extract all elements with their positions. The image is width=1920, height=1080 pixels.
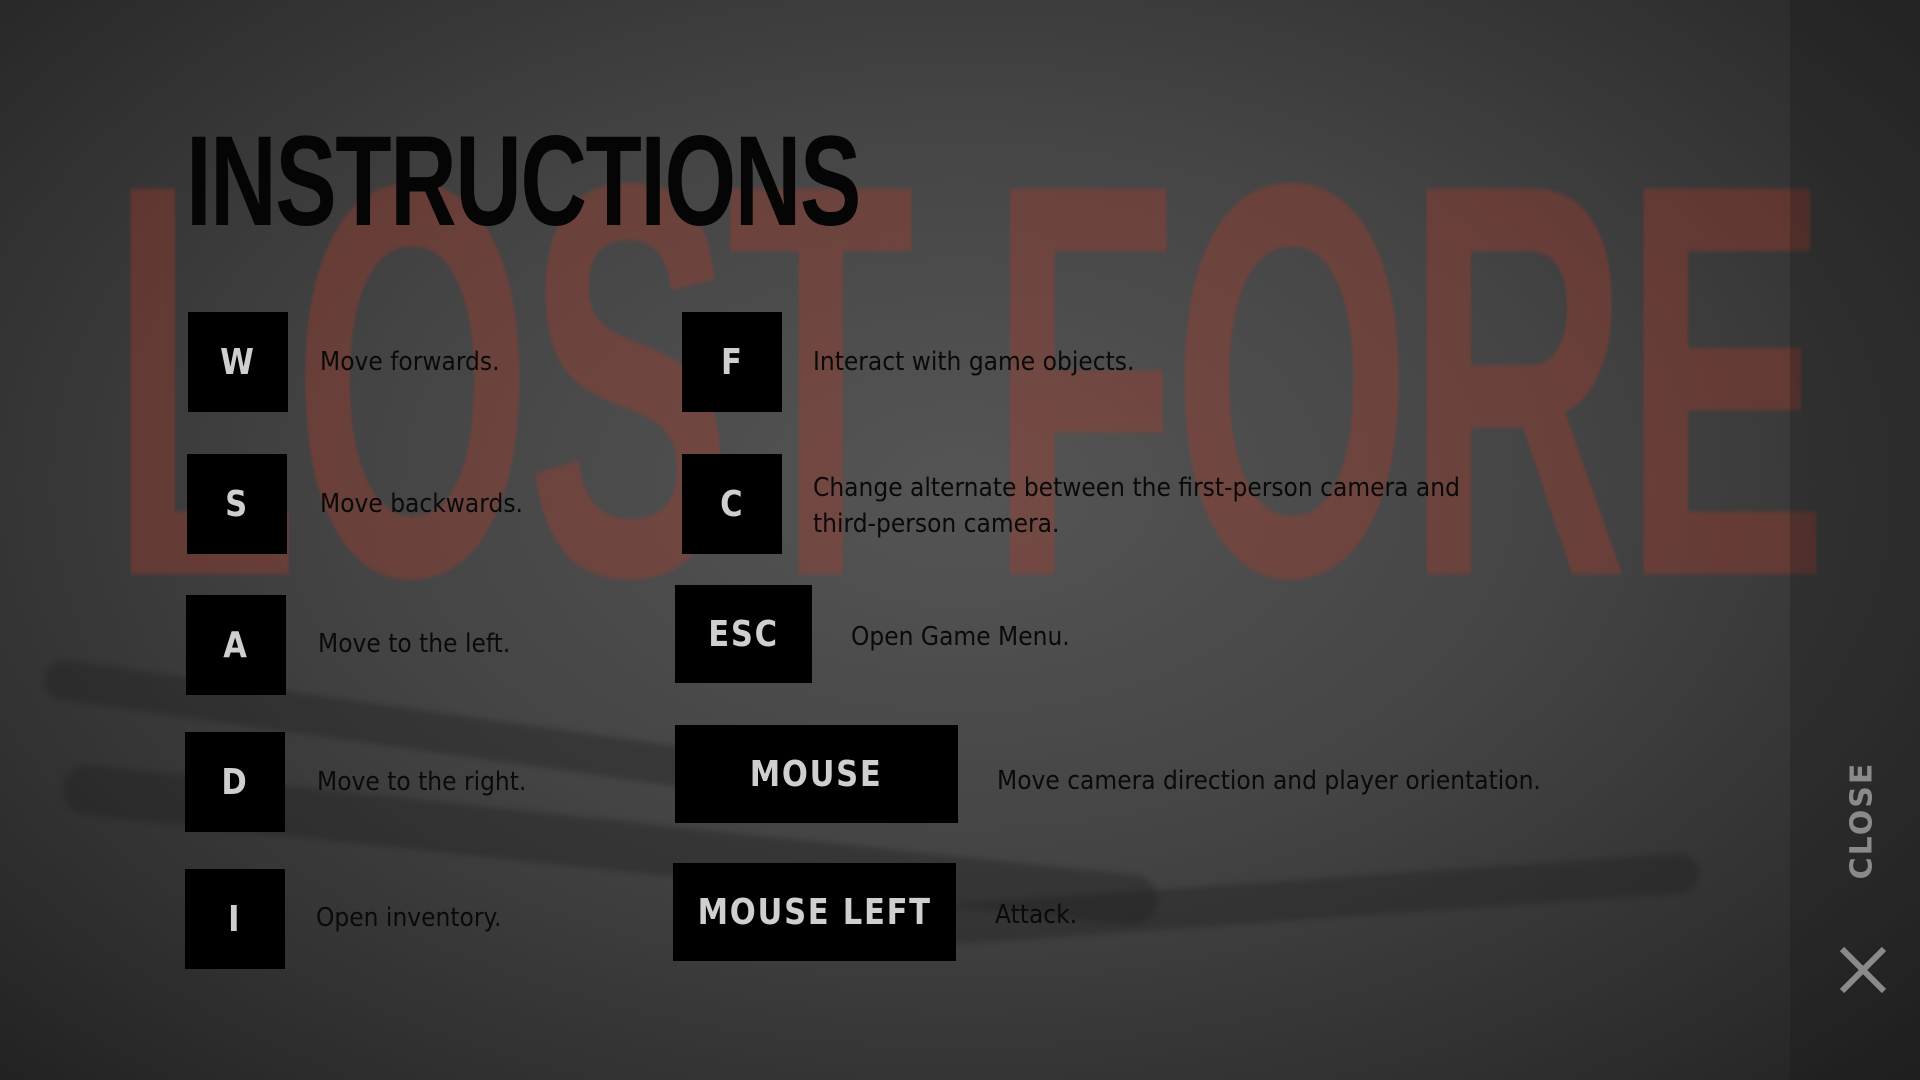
key-a-description: Move to the left. bbox=[318, 629, 511, 659]
key-c-description-line1: Change alternate between the first-perso… bbox=[813, 473, 1460, 503]
key-esc: ESC bbox=[675, 585, 812, 683]
key-d: D bbox=[185, 732, 285, 832]
key-c: C bbox=[682, 454, 782, 554]
key-mouse: MOUSE bbox=[675, 725, 958, 823]
key-s-description: Move backwards. bbox=[320, 489, 523, 519]
key-d-description: Move to the right. bbox=[317, 767, 527, 797]
key-mouse-left: MOUSE LEFT bbox=[673, 863, 956, 961]
key-mouse-description: Move camera direction and player orienta… bbox=[997, 766, 1541, 796]
key-i-description: Open inventory. bbox=[316, 903, 502, 933]
side-panel-shade bbox=[1790, 0, 1920, 1080]
page-title: INSTRUCTIONS bbox=[186, 110, 861, 253]
close-x-icon[interactable] bbox=[1838, 945, 1888, 995]
key-w-description: Move forwards. bbox=[320, 347, 500, 377]
key-i: I bbox=[185, 869, 285, 969]
key-f-description: Interact with game objects. bbox=[813, 347, 1135, 377]
key-w: W bbox=[188, 312, 288, 412]
key-c-description-line2: third-person camera. bbox=[813, 509, 1060, 539]
key-f: F bbox=[682, 312, 782, 412]
key-mouse-left-description: Attack. bbox=[995, 900, 1078, 930]
key-esc-description: Open Game Menu. bbox=[851, 622, 1070, 652]
close-label[interactable]: CLOSE bbox=[1842, 761, 1882, 879]
key-s: S bbox=[187, 454, 287, 554]
key-a: A bbox=[186, 595, 286, 695]
